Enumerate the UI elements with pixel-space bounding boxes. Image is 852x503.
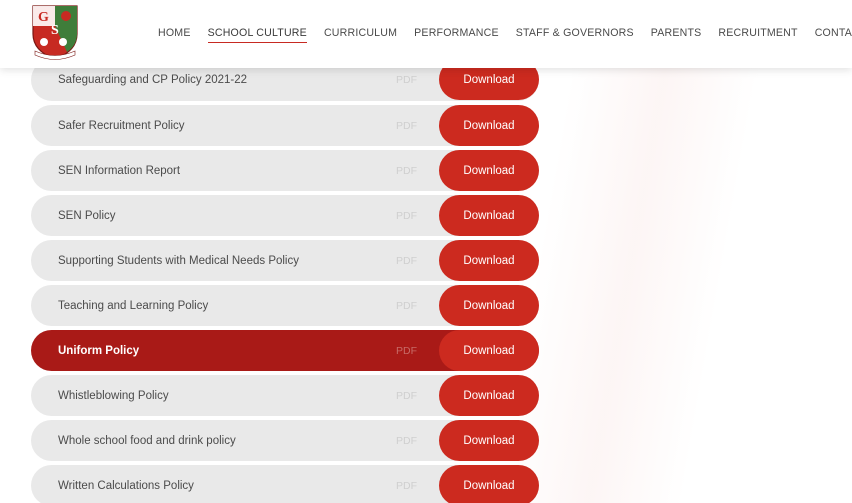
document-list: Safeguarding and CP Policy 2021-22 PDF D…	[31, 59, 539, 503]
document-type: PDF	[396, 119, 417, 132]
download-button[interactable]: Download	[439, 195, 539, 236]
document-title: Written Calculations Policy	[58, 479, 194, 492]
document-type: PDF	[396, 434, 417, 447]
document-title: Whistleblowing Policy	[58, 389, 169, 402]
document-type: PDF	[396, 164, 417, 177]
document-row-active[interactable]: Uniform Policy PDF Download	[31, 330, 539, 371]
document-row[interactable]: Written Calculations Policy PDF Download	[31, 465, 539, 503]
document-type: PDF	[396, 209, 417, 222]
nav-parents[interactable]: PARENTS	[651, 27, 702, 43]
main-nav: HOME SCHOOL CULTURE CURRICULUM PERFORMAN…	[158, 27, 852, 43]
site-header: G S HOME SCHOOL CULTURE CURRICULUM PERFO…	[0, 0, 852, 68]
document-title: Whole school food and drink policy	[58, 434, 236, 447]
svg-text:S: S	[51, 23, 59, 38]
document-type: PDF	[396, 344, 417, 357]
document-title: Teaching and Learning Policy	[58, 299, 209, 312]
document-type: PDF	[396, 389, 417, 402]
download-button[interactable]: Download	[439, 330, 539, 371]
download-button[interactable]: Download	[439, 420, 539, 461]
document-title: SEN Information Report	[58, 164, 181, 177]
svg-text:G: G	[38, 10, 49, 25]
document-title: SEN Policy	[58, 209, 116, 222]
nav-contact-us[interactable]: CONTACT US	[815, 27, 852, 43]
download-button[interactable]: Download	[439, 150, 539, 191]
document-title: Safeguarding and CP Policy 2021-22	[58, 74, 248, 86]
document-type: PDF	[396, 479, 417, 492]
document-title: Supporting Students with Medical Needs P…	[58, 254, 299, 267]
nav-staff-governors[interactable]: STAFF & GOVERNORS	[516, 27, 634, 43]
school-crest-icon: G S	[32, 5, 78, 60]
nav-recruitment[interactable]: RECRUITMENT	[718, 27, 797, 43]
document-row[interactable]: Safer Recruitment Policy PDF Download	[31, 105, 539, 146]
document-type: PDF	[396, 74, 417, 86]
document-row[interactable]: SEN Information Report PDF Download	[31, 150, 539, 191]
document-title: Safer Recruitment Policy	[58, 119, 185, 132]
document-type: PDF	[396, 254, 417, 267]
nav-curriculum[interactable]: CURRICULUM	[324, 27, 397, 43]
document-type: PDF	[396, 299, 417, 312]
download-button[interactable]: Download	[439, 465, 539, 503]
download-button[interactable]: Download	[439, 285, 539, 326]
download-button[interactable]: Download	[439, 105, 539, 146]
document-row[interactable]: Supporting Students with Medical Needs P…	[31, 240, 539, 281]
document-row[interactable]: Whole school food and drink policy PDF D…	[31, 420, 539, 461]
download-button[interactable]: Download	[439, 375, 539, 416]
nav-school-culture[interactable]: SCHOOL CULTURE	[207, 27, 307, 43]
school-logo[interactable]: G S	[30, 4, 80, 60]
document-title: Uniform Policy	[58, 344, 140, 357]
nav-home[interactable]: HOME	[158, 27, 191, 43]
document-row[interactable]: Teaching and Learning Policy PDF Downloa…	[31, 285, 539, 326]
nav-performance[interactable]: PERFORMANCE	[414, 27, 499, 43]
document-row[interactable]: SEN Policy PDF Download	[31, 195, 539, 236]
document-row[interactable]: Whistleblowing Policy PDF Download	[31, 375, 539, 416]
download-button[interactable]: Download	[439, 240, 539, 281]
